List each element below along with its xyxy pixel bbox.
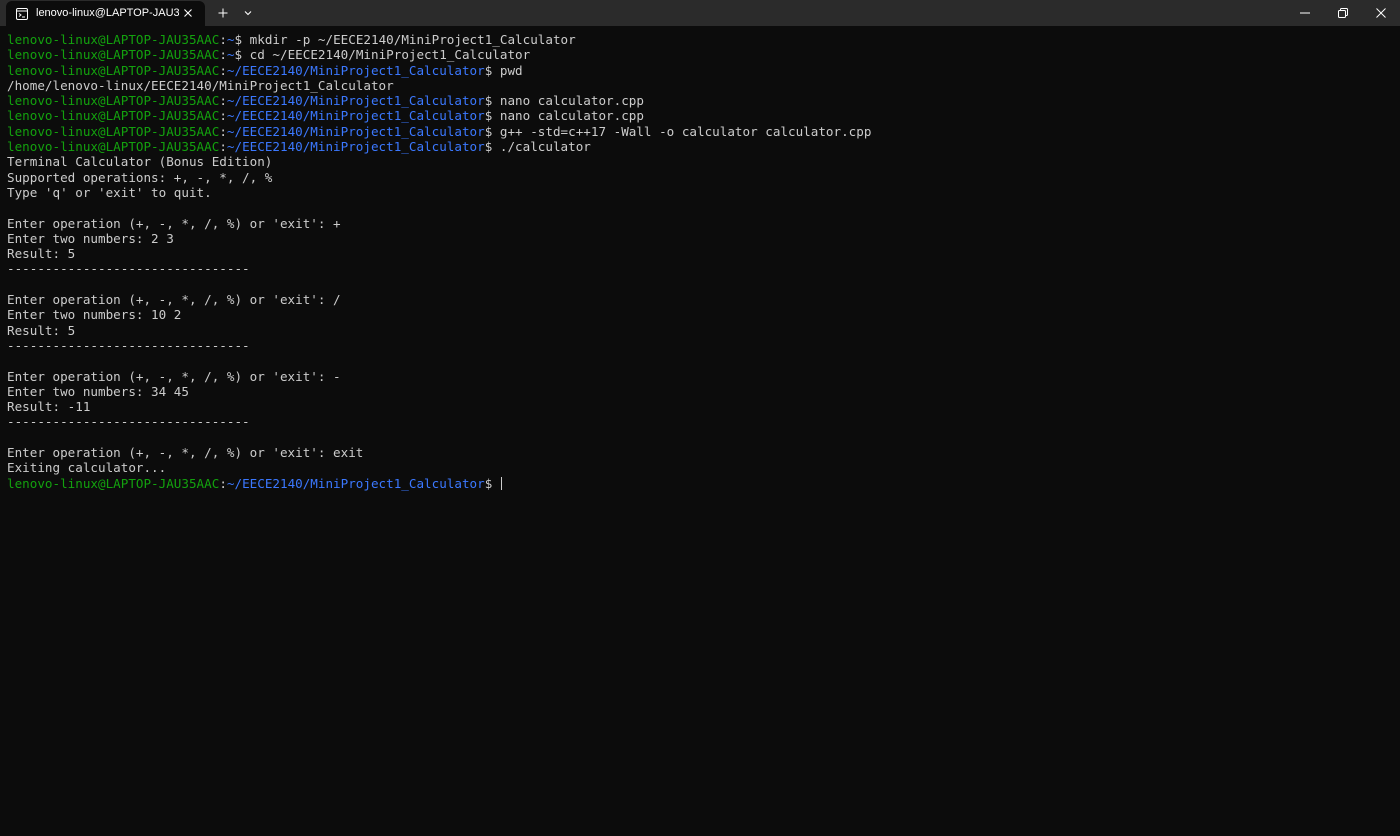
terminal-window: lenovo-linux@LAPTOP-JAU35AAC: ~/EECE2140…	[0, 0, 1400, 836]
output-line: --------------------------------	[7, 261, 250, 277]
command-text: ./calculator	[499, 139, 591, 155]
prompt-colon: :	[219, 475, 227, 491]
prompt-line: lenovo-linux@LAPTOP-JAU35AAC:~/EECE2140/…	[7, 108, 1393, 123]
prompt-dollar: $	[484, 123, 500, 139]
prompt-line: lenovo-linux@LAPTOP-JAU35AAC:~$ mkdir -p…	[7, 32, 1393, 47]
output-line: Enter two numbers: 10 2	[7, 307, 182, 323]
plus-icon	[218, 8, 228, 18]
prompt-line: lenovo-linux@LAPTOP-JAU35AAC:~/EECE2140/…	[7, 63, 1393, 78]
command-text: g++ -std=c++17 -Wall -o calculator calcu…	[499, 123, 872, 139]
prompt-user: lenovo-linux@LAPTOP-JAU35AAC	[7, 123, 220, 139]
output-line: --------------------------------	[7, 414, 250, 430]
output-line: Type 'q' or 'exit' to quit.	[7, 184, 212, 200]
prompt-line: lenovo-linux@LAPTOP-JAU35AAC:~/EECE2140/…	[7, 139, 1393, 154]
prompt-line: lenovo-linux@LAPTOP-JAU35AAC:~/EECE2140/…	[7, 124, 1393, 139]
output-line: Enter two numbers: 34 45	[7, 383, 189, 399]
prompt-path: ~/EECE2140/MiniProject1_Calculator	[226, 123, 485, 139]
prompt-user: lenovo-linux@LAPTOP-JAU35AAC	[7, 139, 220, 155]
prompt-line: lenovo-linux@LAPTOP-JAU35AAC:~/EECE2140/…	[7, 476, 1393, 491]
prompt-user: lenovo-linux@LAPTOP-JAU35AAC	[7, 93, 220, 109]
prompt-dollar: $	[484, 62, 500, 78]
prompt-line: lenovo-linux@LAPTOP-JAU35AAC:~$ cd ~/EEC…	[7, 47, 1393, 62]
command-text: nano calculator.cpp	[499, 93, 644, 109]
output-line: Enter operation (+, -, *, /, %) or 'exit…	[7, 445, 364, 461]
output-line: Enter operation (+, -, *, /, %) or 'exit…	[7, 292, 341, 308]
terminal-output[interactable]: lenovo-linux@LAPTOP-JAU35AAC:~$ mkdir -p…	[7, 32, 1393, 832]
prompt-colon: :	[219, 139, 227, 155]
prompt-path: ~/EECE2140/MiniProject1_Calculator	[226, 139, 485, 155]
prompt-colon: :	[219, 108, 227, 124]
prompt-path: ~/EECE2140/MiniProject1_Calculator	[226, 475, 485, 491]
prompt-dollar: $	[484, 93, 500, 109]
output-line: Result: 5	[7, 246, 76, 262]
tab-terminal[interactable]: lenovo-linux@LAPTOP-JAU35AAC: ~/EECE2140…	[6, 1, 205, 26]
minimize-icon	[1300, 12, 1310, 14]
prompt-user: lenovo-linux@LAPTOP-JAU35AAC	[7, 62, 220, 78]
output-line: Result: 5	[7, 322, 76, 338]
tab-dropdown-button[interactable]	[239, 4, 257, 22]
restore-button[interactable]	[1324, 0, 1362, 26]
prompt-user: lenovo-linux@LAPTOP-JAU35AAC	[7, 475, 220, 491]
close-icon[interactable]	[181, 6, 195, 20]
prompt-user: lenovo-linux@LAPTOP-JAU35AAC	[7, 47, 220, 63]
prompt-dollar: $	[484, 108, 500, 124]
output-line: Supported operations: +, -, *, /, %	[7, 169, 273, 185]
title-bar: lenovo-linux@LAPTOP-JAU35AAC: ~/EECE2140…	[0, 0, 1400, 26]
output-line: Enter two numbers: 2 3	[7, 230, 174, 246]
close-icon	[1376, 8, 1386, 18]
prompt-dollar: $	[484, 475, 500, 491]
output-line: Terminal Calculator (Bonus Edition)	[7, 154, 273, 170]
prompt-dollar: $	[234, 47, 250, 63]
output-line: Enter operation (+, -, *, /, %) or 'exit…	[7, 215, 341, 231]
output-line: Result: -11	[7, 399, 91, 415]
minimize-button[interactable]	[1286, 0, 1324, 26]
chevron-down-icon	[244, 11, 252, 16]
new-tab-button[interactable]	[214, 4, 232, 22]
prompt-dollar: $	[484, 139, 500, 155]
command-text: pwd	[499, 62, 523, 78]
close-window-button[interactable]	[1362, 0, 1400, 26]
prompt-colon: :	[219, 123, 227, 139]
output-line: Enter operation (+, -, *, /, %) or 'exit…	[7, 368, 341, 384]
command-text: mkdir -p ~/EECE2140/MiniProject1_Calcula…	[249, 32, 576, 47]
command-text: nano calculator.cpp	[499, 108, 644, 124]
prompt-user: lenovo-linux@LAPTOP-JAU35AAC	[7, 32, 220, 47]
prompt-line: lenovo-linux@LAPTOP-JAU35AAC:~/EECE2140/…	[7, 93, 1393, 108]
output-line: Exiting calculator...	[7, 460, 167, 476]
tab-title: lenovo-linux@LAPTOP-JAU35AAC: ~/EECE2140…	[36, 7, 179, 19]
prompt-user: lenovo-linux@LAPTOP-JAU35AAC	[7, 108, 220, 124]
restore-icon	[1338, 8, 1348, 18]
prompt-colon: :	[219, 62, 227, 78]
text-cursor	[500, 476, 502, 490]
prompt-dollar: $	[234, 32, 250, 47]
prompt-path: ~/EECE2140/MiniProject1_Calculator	[226, 62, 485, 78]
prompt-colon: :	[219, 93, 227, 109]
prompt-path: ~/EECE2140/MiniProject1_Calculator	[226, 93, 485, 109]
output-line: --------------------------------	[7, 337, 250, 353]
terminal-icon	[16, 7, 28, 20]
command-text: cd ~/EECE2140/MiniProject1_Calculator	[249, 47, 531, 63]
prompt-colon: :	[219, 32, 227, 47]
prompt-path: ~/EECE2140/MiniProject1_Calculator	[226, 108, 485, 124]
output-line: /home/lenovo-linux/EECE2140/MiniProject1…	[7, 77, 394, 93]
prompt-path: ~	[226, 47, 235, 63]
prompt-path: ~	[226, 32, 235, 47]
prompt-colon: :	[219, 47, 227, 63]
